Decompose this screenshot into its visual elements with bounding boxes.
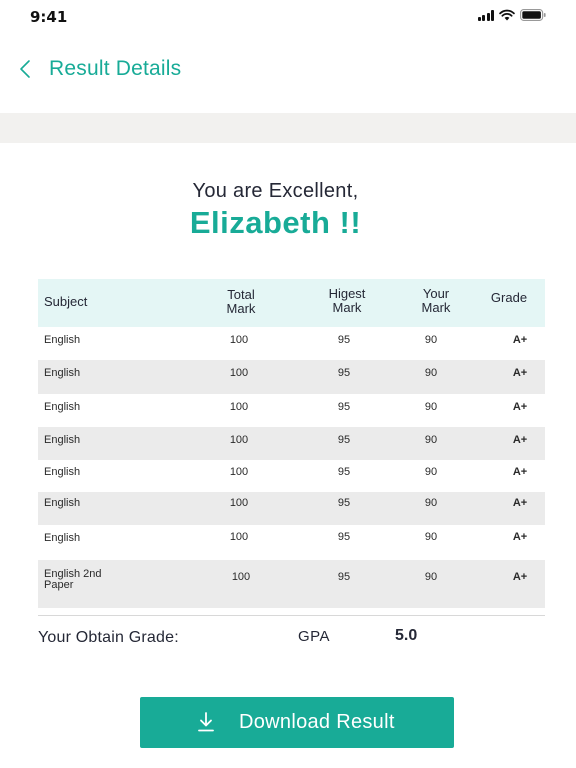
table-row: English 100 95 90 A+	[38, 460, 545, 492]
table-row: English 100 95 90 A+	[38, 327, 545, 360]
cell-highest-mark: 95	[337, 434, 351, 446]
cell-grade: A+	[512, 401, 528, 413]
table-row: English 100 95 90 A+	[38, 492, 545, 525]
cell-highest-mark: 95	[337, 571, 351, 583]
cellular-signal-icon	[477, 9, 494, 21]
cell-your-mark: 90	[424, 531, 438, 543]
greeting-text: You are Excellent,	[192, 180, 359, 202]
page-title: Result Details	[49, 57, 182, 80]
cell-subject: English	[44, 466, 81, 478]
cell-subject: English	[44, 497, 81, 509]
download-result-label: Download Result	[239, 711, 395, 733]
result-table: Subject Total Mark Higest Mark Your Mark…	[38, 279, 545, 608]
cell-grade: A+	[512, 531, 528, 543]
column-header-total-mark: Total Mark	[213, 288, 269, 316]
cell-your-mark: 90	[424, 434, 438, 446]
cell-highest-mark: 95	[337, 466, 351, 478]
cell-your-mark: 90	[424, 334, 438, 346]
cell-grade: A+	[512, 466, 528, 478]
gpa-value: 5.0	[395, 627, 418, 644]
cell-your-mark: 90	[424, 571, 438, 583]
status-bar: 9:41	[0, 0, 576, 34]
cell-subject: English	[44, 367, 81, 379]
status-time: 9:41	[30, 8, 68, 26]
column-header-your-line1: Your	[422, 286, 450, 301]
obtain-grade-label: Your Obtain Grade:	[38, 629, 179, 646]
cell-total-mark: 100	[229, 497, 249, 509]
status-icons	[477, 9, 547, 21]
cell-your-mark: 90	[424, 367, 438, 379]
cell-subject: English	[44, 401, 81, 413]
cell-highest-mark: 95	[337, 531, 351, 543]
table-row: English 100 95 90 A+	[38, 427, 545, 460]
column-header-highest-line2: Mark	[332, 300, 362, 315]
column-header-your-line2: Mark	[421, 300, 451, 315]
table-row: English 100 95 90 A+	[38, 525, 545, 560]
cell-total-mark: 100	[229, 401, 249, 413]
table-row: English 2nd Paper 100 95 90 A+	[38, 560, 545, 608]
cell-highest-mark: 95	[337, 334, 351, 346]
cell-grade: A+	[512, 334, 528, 346]
cell-your-mark: 90	[424, 466, 438, 478]
cell-total-mark: 100	[229, 466, 249, 478]
table-row: English 100 95 90 A+	[38, 360, 545, 394]
table-row: English 100 95 90 A+	[38, 394, 545, 427]
cell-highest-mark: 95	[337, 401, 351, 413]
column-header-grade: Grade	[490, 290, 528, 305]
cell-subject: English	[44, 434, 81, 446]
chevron-left-icon	[20, 60, 30, 78]
column-header-subject: Subject	[44, 294, 88, 309]
app-header: Result Details	[0, 50, 576, 90]
student-name: Elizabeth !!	[189, 205, 362, 240]
cell-highest-mark: 95	[337, 367, 351, 379]
table-header: Subject Total Mark Higest Mark Your Mark…	[38, 279, 545, 327]
cell-grade: A+	[512, 571, 528, 583]
cell-total-mark: 100	[229, 531, 249, 543]
column-header-your-mark: Your Mark	[410, 287, 462, 315]
cell-total-mark: 100	[229, 367, 249, 379]
result-details-screen: 9:41 Result Details You are Excellent, E…	[0, 0, 576, 768]
gpa-label: GPA	[298, 628, 331, 645]
cell-highest-mark: 95	[337, 497, 351, 509]
cell-your-mark: 90	[424, 401, 438, 413]
section-divider-band	[0, 113, 576, 143]
column-header-total-line2: Mark	[226, 301, 256, 316]
column-header-highest-line1: Higest	[328, 286, 366, 301]
cell-grade: A+	[512, 434, 528, 446]
cell-grade: A+	[512, 367, 528, 379]
download-result-button[interactable]: Download Result	[140, 697, 454, 748]
cell-total-mark: 100	[229, 434, 249, 446]
cell-grade: A+	[512, 497, 528, 509]
cell-subject: English	[44, 532, 81, 544]
cell-total-mark: 100	[231, 571, 251, 583]
download-icon	[197, 712, 215, 737]
back-button[interactable]	[14, 56, 36, 82]
column-header-total-line1: Total	[227, 287, 255, 302]
cell-total-mark: 100	[229, 334, 249, 346]
cell-your-mark: 90	[424, 497, 438, 509]
summary-divider	[38, 615, 545, 616]
grade-summary: Your Obtain Grade: GPA 5.0	[38, 627, 545, 651]
column-header-highest-mark: Higest Mark	[317, 287, 377, 315]
battery-icon	[520, 9, 546, 21]
wifi-icon	[499, 9, 515, 21]
cell-subject: English 2nd Paper	[44, 568, 102, 591]
cell-subject: English	[44, 334, 81, 346]
